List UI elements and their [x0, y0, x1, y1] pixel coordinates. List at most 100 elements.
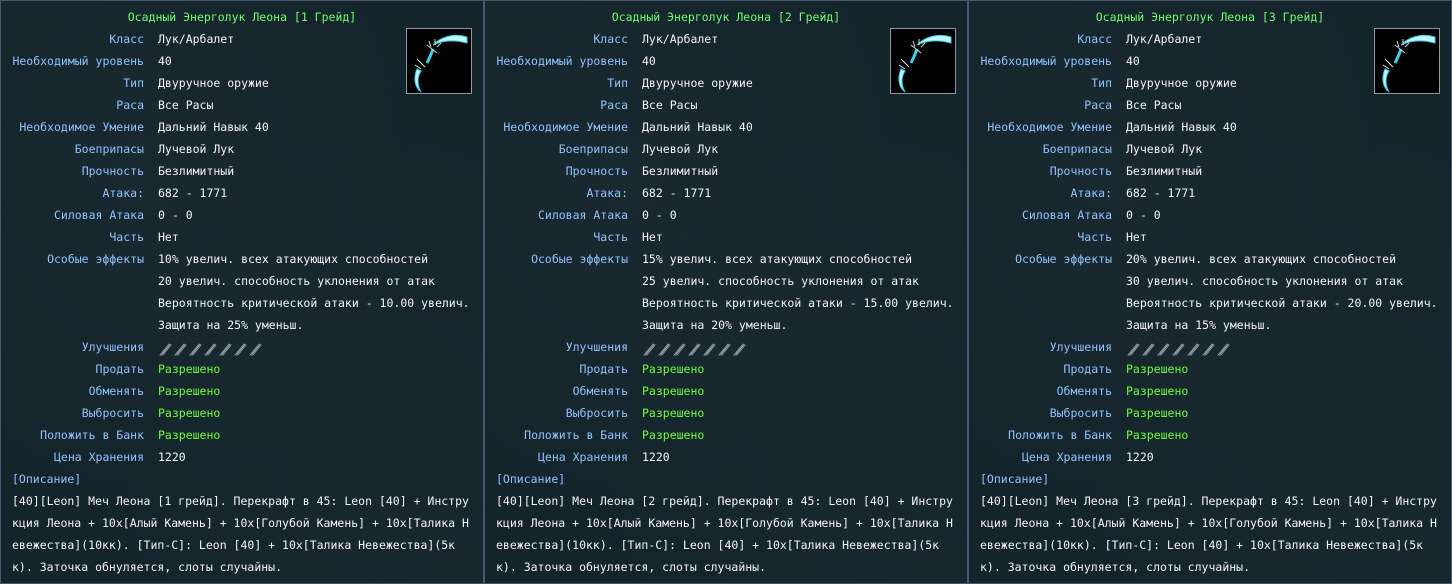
class-row-value: Лук/Арбалет: [158, 32, 235, 46]
upgrade-slot-icon: [1141, 341, 1155, 356]
durability-row-label: Прочность: [1049, 164, 1112, 178]
type-row-label: Тип: [1091, 76, 1112, 90]
effect-line: Вероятность критической атаки - 10.00 ув…: [158, 296, 470, 310]
description-text: [40][Leon] Меч Леона [3 грейд]. Перекраф…: [980, 494, 1437, 574]
drop-row-label: Выбросить: [1049, 406, 1112, 420]
item-tooltip-panel: Осадный Энерголук Леона [2 Грейд] Класс Лу…: [485, 1, 967, 583]
effect-line: Вероятность критической атаки - 15.00 ув…: [642, 296, 954, 310]
effect-line: 25 увелич. способность уклонения от атак: [642, 274, 919, 288]
item-tooltip-panel: Осадный Энерголук Леона [3 Грейд] Класс Лу…: [969, 1, 1451, 583]
class-row-label: Класс: [1077, 32, 1112, 46]
race-row-label: Раса: [116, 98, 144, 112]
race-row-value: Все Расы: [158, 98, 214, 112]
upgrade-slot-icon: [248, 341, 262, 356]
upgrade-slot-icon: [702, 341, 716, 356]
trade-row-value: Разрешено: [158, 384, 221, 398]
upgrade-slot-icon: [1171, 341, 1185, 356]
effect-line: Вероятность критической атаки - 20.00 ув…: [1126, 296, 1438, 310]
type-row-value: Двуручное оружие: [158, 76, 269, 90]
type-row-value: Двуручное оружие: [642, 76, 753, 90]
storage-price-row-label: Цена Хранения: [537, 450, 628, 464]
bow-item-icon: [890, 28, 956, 94]
bank-row-value: Разрешено: [158, 428, 221, 442]
drop-row-label: Выбросить: [81, 406, 144, 420]
ammo-row-value: Лучевой Лук: [1126, 142, 1203, 156]
power-attack-row-label: Силовая Атака: [1021, 208, 1112, 222]
ammo-row-label: Боеприпасы: [74, 142, 144, 156]
ammo-row-value: Лучевой Лук: [158, 142, 235, 156]
item-tooltips: Осадный Энерголук Леона [1 Грейд] Класс Лу…: [0, 0, 1452, 584]
trade-row-label: Обменять: [572, 384, 628, 398]
effects-row-label: Особые эффекты: [47, 252, 144, 266]
upgrade-slots: [158, 341, 262, 356]
effect-line: 20% увелич. всех атакующих способностей: [1126, 252, 1397, 266]
description-text: [40][Leon] Меч Леона [2 грейд]. Перекраф…: [496, 494, 953, 574]
effect-line: Защита на 15% уменьш.: [1126, 318, 1272, 332]
sell-row-label: Продать: [1063, 362, 1112, 376]
attack-row-label: Атака:: [102, 186, 144, 200]
skill-row-label: Необходимое Умение: [19, 120, 144, 134]
ammo-row-label: Боеприпасы: [1042, 142, 1112, 156]
race-row-label: Раса: [600, 98, 628, 112]
part-row-label: Часть: [1077, 230, 1112, 244]
ammo-row-label: Боеприпасы: [558, 142, 628, 156]
bank-row-value: Разрешено: [1126, 428, 1189, 442]
class-row-value: Лук/Арбалет: [1126, 32, 1203, 46]
sell-row-value: Разрешено: [1126, 362, 1189, 376]
durability-row-label: Прочность: [565, 164, 628, 178]
bank-row-label: Положить в Банк: [524, 428, 628, 442]
race-row-value: Все Расы: [1126, 98, 1182, 112]
class-row-label: Класс: [109, 32, 144, 46]
bow-item-icon: [406, 28, 472, 94]
effect-line: 20 увелич. способность уклонения от атак: [158, 274, 435, 288]
power-attack-row-value: 0 - 0: [158, 208, 193, 222]
effects-row-label: Особые эффекты: [1015, 252, 1112, 266]
drop-row-value: Разрешено: [642, 406, 705, 420]
power-attack-row-label: Силовая Атака: [53, 208, 144, 222]
skill-row-value: Дальний Навык 40: [1126, 120, 1237, 134]
sell-row-value: Разрешено: [158, 362, 221, 376]
description-heading: [Описание]: [12, 472, 82, 486]
skill-row-value: Дальний Навык 40: [642, 120, 753, 134]
durability-row-value: Безлимитный: [158, 164, 235, 178]
upgrade-slot-icon: [642, 341, 656, 356]
upgrade-slot-icon: [672, 341, 686, 356]
storage-price-row-value: 1220: [1126, 450, 1154, 464]
upgrade-slot-icon: [203, 341, 217, 356]
part-row-value: Нет: [1126, 230, 1147, 244]
level-row-label: Необходимый уровень: [980, 54, 1112, 68]
race-row-label: Раса: [1084, 98, 1112, 112]
attack-row-label: Атака:: [586, 186, 628, 200]
upgrade-slot-icon: [687, 341, 701, 356]
skill-row-label: Необходимое Умение: [987, 120, 1112, 134]
effect-line: Защита на 25% уменьш.: [158, 318, 304, 332]
item-title: Осадный Энерголук Леона [3 Грейд]: [1095, 10, 1325, 24]
attack-row-value: 682 - 1771: [158, 186, 228, 200]
bank-row-label: Положить в Банк: [40, 428, 144, 442]
upgrade-slot-icon: [173, 341, 187, 356]
effect-line: Защита на 20% уменьш.: [642, 318, 788, 332]
effect-line: 10% увелич. всех атакующих способностей: [158, 252, 429, 266]
drop-row-label: Выбросить: [565, 406, 628, 420]
upgrade-slot-icon: [1126, 341, 1140, 356]
upgrade-slot-icon: [1216, 341, 1230, 356]
upgrade-slot-icon: [1186, 341, 1200, 356]
sell-row-value: Разрешено: [642, 362, 705, 376]
attack-row-value: 682 - 1771: [642, 186, 712, 200]
effects-row-label: Особые эффекты: [531, 252, 628, 266]
trade-row-label: Обменять: [1056, 384, 1112, 398]
skill-row-value: Дальний Навык 40: [158, 120, 269, 134]
durability-row-value: Безлимитный: [642, 164, 719, 178]
upgrade-slots: [1126, 341, 1230, 356]
type-row-label: Тип: [607, 76, 628, 90]
durability-row-value: Безлимитный: [1126, 164, 1203, 178]
level-row-value: 40: [158, 54, 172, 68]
item-title: Осадный Энерголук Леона [1 Грейд]: [127, 10, 357, 24]
upgrade-slot-icon: [1156, 341, 1170, 356]
sell-row-label: Продать: [95, 362, 144, 376]
item-tooltip-panel: Осадный Энерголук Леона [1 Грейд] Класс Лу…: [1, 1, 483, 583]
level-row-label: Необходимый уровень: [12, 54, 144, 68]
upgrades-row-label: Улучшения: [81, 340, 144, 354]
upgrade-slot-icon: [717, 341, 731, 356]
description-heading: [Описание]: [980, 472, 1050, 486]
